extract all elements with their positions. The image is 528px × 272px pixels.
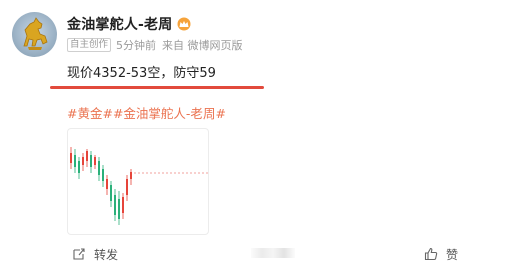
candlestick-chart-image [70, 147, 208, 225]
topic-link-author[interactable]: #金油掌舵人-老周# [113, 103, 226, 122]
like-button[interactable]: 赞 [424, 243, 458, 265]
avatar[interactable] [12, 12, 57, 57]
highlight-underline [50, 86, 264, 89]
post-meta: 自主创作 5分钟前 来自 微博网页版 [67, 38, 243, 52]
candlesticks [70, 147, 132, 225]
like-label: 赞 [446, 247, 459, 262]
repost-label: 转发 [94, 247, 119, 262]
topic-list: #黄金# #金油掌舵人-老周# [67, 103, 226, 122]
chart-image-thumbnail[interactable] [67, 128, 209, 235]
repost-button[interactable]: 转发 [72, 243, 118, 265]
author-row: 金油掌舵人-老周 [67, 14, 192, 34]
weibo-post-card: 金油掌舵人-老周 自主创作 5分钟前 来自 微博网页版 现价4352-53空，防… [0, 0, 528, 272]
golden-horse-icon [23, 17, 48, 50]
author-name[interactable]: 金油掌舵人-老周 [67, 14, 172, 34]
post-time[interactable]: 5分钟前 [116, 37, 156, 53]
original-content-tag: 自主创作 [67, 38, 112, 52]
crown-icon [177, 17, 191, 31]
comment-button-blurred[interactable] [251, 248, 295, 258]
post-source: 来自 微博网页版 [162, 39, 243, 52]
thumbs-up-icon [424, 247, 438, 261]
post-text: 现价4352-53空，防守59 [67, 66, 216, 81]
topic-link-gold[interactable]: #黄金# [67, 103, 113, 122]
repost-icon [73, 248, 85, 260]
